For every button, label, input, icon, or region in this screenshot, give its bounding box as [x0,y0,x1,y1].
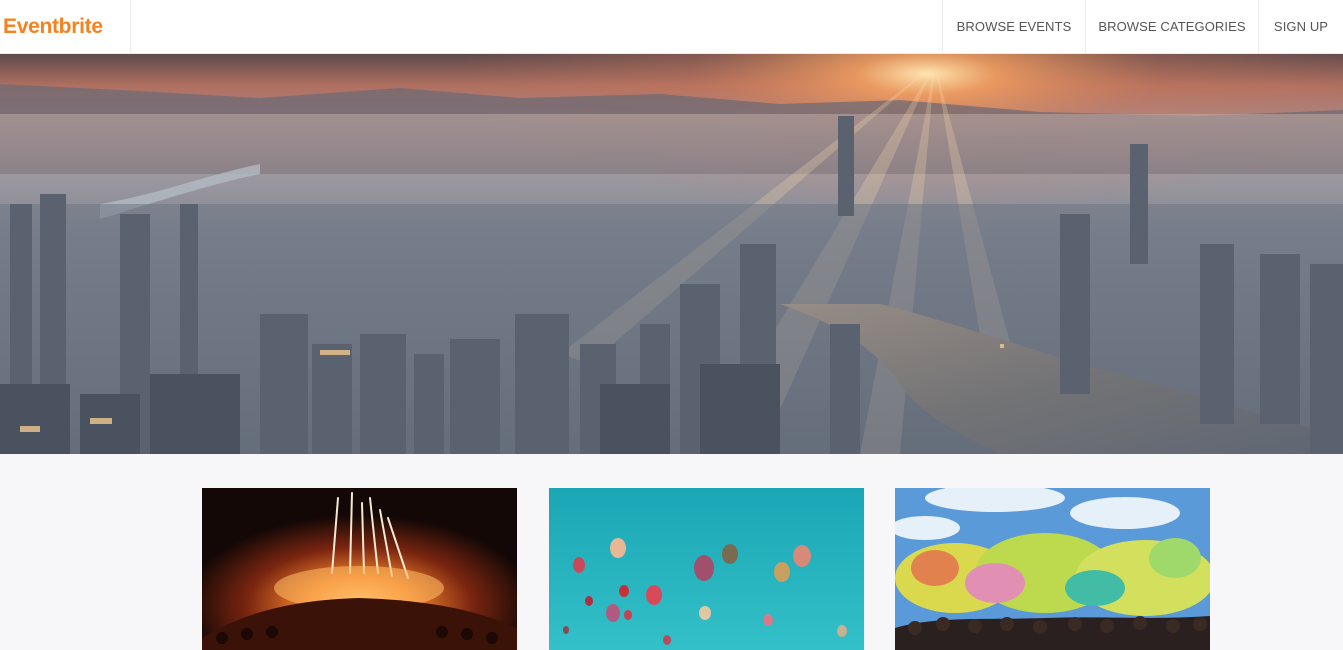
brand-logo-link[interactable]: Eventbrite [0,0,131,53]
event-card-balloons-image[interactable] [549,488,864,650]
color-festival-illustration [895,488,1210,650]
nav-sign-up-link[interactable]: SIGN UP [1258,0,1343,53]
navbar: Eventbrite BROWSE EVENTS BROWSE CATEGORI… [0,0,1343,54]
event-card-color-festival-image[interactable] [895,488,1210,650]
nav-browse-events-link[interactable]: BROWSE EVENTS [942,0,1085,53]
nav-browse-categories-link[interactable]: BROWSE CATEGORIES [1085,0,1258,53]
city-skyline-illustration [0,54,1343,454]
concert-fireworks-illustration [202,488,517,650]
nav-links: BROWSE EVENTS BROWSE CATEGORIES SIGN UP [942,0,1343,53]
hot-air-balloons-illustration [549,488,864,650]
hero-banner-image [0,54,1343,454]
event-card-concert-image[interactable] [202,488,517,650]
